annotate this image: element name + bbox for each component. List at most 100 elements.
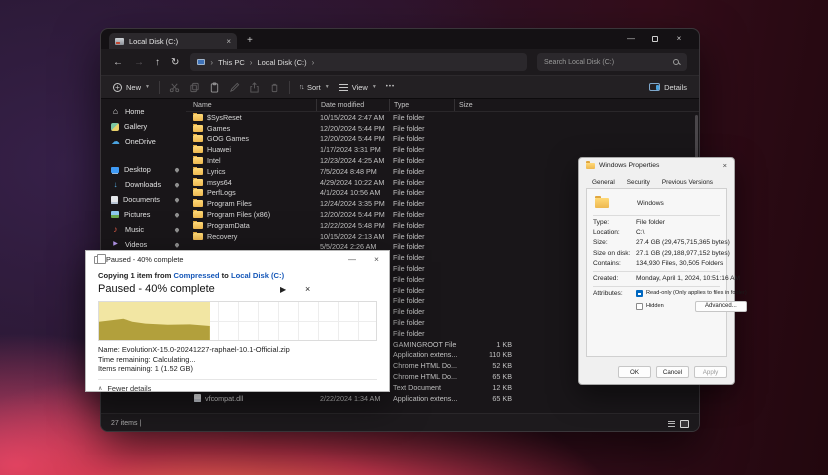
search-input[interactable]: Search Local Disk (C:) xyxy=(537,53,687,71)
file-type: Application extens... xyxy=(389,350,454,359)
chevron-down-icon: ▼ xyxy=(372,84,377,90)
sidebar-item[interactable]: Desktop xyxy=(101,162,186,177)
dialog-button[interactable]: Apply xyxy=(694,366,727,378)
pin-icon xyxy=(174,227,180,233)
tab-local-disk-c[interactable]: Local Disk (C:) × xyxy=(109,33,237,49)
sidebar-item[interactable]: Gallery xyxy=(101,119,186,134)
view-button[interactable]: View ▼ xyxy=(339,83,377,92)
sidebar-item-icon xyxy=(111,196,118,204)
table-row[interactable]: vfcompat.dll 2/22/2024 1:34 AM Applicati… xyxy=(186,393,699,404)
advanced-button[interactable]: Advanced... xyxy=(695,301,747,312)
property-value: 27.1 GB (29,188,977,152 bytes) xyxy=(636,250,730,258)
cut-icon[interactable] xyxy=(169,82,180,93)
chevron-down-icon: ▼ xyxy=(145,84,150,90)
breadcrumb[interactable]: › This PC › Local Disk (C:) › xyxy=(190,53,527,71)
table-row[interactable]: $SysReset 10/15/2024 2:47 AM File folder xyxy=(186,112,699,123)
command-toolbar: New ▼ ↑↓ Sort ▼ View ▼ ••• xyxy=(101,75,699,99)
minimize-button[interactable]: — xyxy=(348,255,356,264)
sidebar-item-label: Home xyxy=(125,107,144,116)
table-row[interactable]: GOG Games 12/20/2024 5:44 PM File folder xyxy=(186,134,699,145)
file-type: File folder xyxy=(389,178,454,187)
properties-tab[interactable]: Previous Versions xyxy=(656,175,719,189)
sidebar-item-label: Documents xyxy=(123,195,160,204)
general-tab-page: Windows Type: File folder Location: C:\ xyxy=(586,188,727,357)
file-date-modified: 12/24/2024 3:35 PM xyxy=(316,199,389,208)
copy-icon[interactable] xyxy=(189,82,200,93)
readonly-checkbox[interactable] xyxy=(636,290,643,297)
folder-name-field[interactable]: Windows xyxy=(637,200,664,207)
file-icon xyxy=(193,157,203,164)
file-name-cell: Games xyxy=(186,124,316,133)
maximize-button[interactable] xyxy=(643,36,667,42)
dialog-button[interactable]: OK xyxy=(618,366,651,378)
sort-button[interactable]: ↑↓ Sort ▼ xyxy=(299,83,330,92)
table-row[interactable]: Games 12/20/2024 5:44 PM File folder xyxy=(186,123,699,134)
hidden-checkbox[interactable] xyxy=(636,303,643,310)
dialog-buttons: OK Cancel Apply xyxy=(618,366,727,378)
paste-icon[interactable] xyxy=(209,82,220,93)
table-row[interactable]: Huawei 1/17/2024 3:31 PM File folder xyxy=(186,144,699,155)
sidebar-item-label: Pictures xyxy=(124,210,150,219)
back-icon[interactable]: ← xyxy=(113,57,123,68)
cancel-copy-icon[interactable]: × xyxy=(305,284,310,294)
tab-close-icon[interactable]: × xyxy=(226,37,231,46)
close-button[interactable]: × xyxy=(723,161,727,170)
details-view-icon[interactable] xyxy=(667,420,676,428)
forward-icon[interactable]: → xyxy=(134,57,144,68)
close-button[interactable]: × xyxy=(374,254,379,264)
sidebar-item[interactable]: Downloads xyxy=(101,177,186,192)
sidebar-item[interactable]: Home xyxy=(101,104,186,119)
close-button[interactable]: × xyxy=(667,29,691,49)
desktop-wallpaper: Local Disk (C:) × + — × ← → ↑ ↻ › This P… xyxy=(0,0,828,475)
share-icon[interactable] xyxy=(249,82,260,93)
file-type: File folder xyxy=(389,145,454,154)
chevron-up-icon: ∧ xyxy=(98,385,102,392)
new-tab-button[interactable]: + xyxy=(247,33,253,49)
sort-icon: ↑↓ xyxy=(299,84,303,91)
sidebar-item-label: Videos xyxy=(125,240,147,249)
file-name: Program Files xyxy=(207,199,252,208)
file-date-modified: 12/20/2024 5:44 PM xyxy=(316,134,389,143)
chevron-down-icon: ▼ xyxy=(325,84,330,90)
column-header-size[interactable]: Size xyxy=(454,99,514,111)
new-label: New xyxy=(126,83,141,92)
folder-name-row: Windows xyxy=(593,194,720,212)
sidebar-item[interactable]: Documents xyxy=(101,192,186,207)
new-button[interactable]: New ▼ xyxy=(113,83,150,92)
detail-label: Time remaining: xyxy=(98,355,151,364)
source-folder-link[interactable]: Compressed xyxy=(174,271,220,280)
details-pane-toggle[interactable]: Details xyxy=(649,83,687,92)
thumbnail-view-icon[interactable] xyxy=(680,420,689,428)
rename-icon[interactable] xyxy=(229,82,240,93)
copy-dialog-icon xyxy=(94,256,101,264)
column-header-type[interactable]: Type xyxy=(389,99,454,111)
fewer-details-link[interactable]: Fewer details xyxy=(107,384,151,393)
created-value: Monday, April 1, 2024, 10:51:16 AM xyxy=(636,275,740,283)
column-header-name[interactable]: Name xyxy=(186,99,316,111)
sidebar-item-icon xyxy=(111,225,120,234)
tab-title: Local Disk (C:) xyxy=(129,37,178,46)
more-options-icon[interactable]: ••• xyxy=(386,84,395,90)
file-date-modified: 4/29/2024 10:22 AM xyxy=(316,178,389,187)
delete-icon[interactable] xyxy=(269,82,280,93)
properties-tab[interactable]: General xyxy=(586,175,621,189)
minimize-button[interactable]: — xyxy=(619,29,643,49)
file-name-cell: ProgramData xyxy=(186,221,316,230)
resume-icon[interactable]: ▶ xyxy=(280,285,286,294)
sidebar-item[interactable]: OneDrive xyxy=(101,134,186,149)
dialog-button[interactable]: Cancel xyxy=(656,366,689,378)
sidebar-item[interactable]: Pictures xyxy=(101,207,186,222)
destination-folder-link[interactable]: Local Disk (C:) xyxy=(231,271,284,280)
column-header-date-modified[interactable]: Date modified xyxy=(316,99,389,111)
file-type: Chrome HTML Do... xyxy=(389,361,454,370)
sidebar-item[interactable]: Music xyxy=(101,222,186,237)
file-name-cell: Program Files xyxy=(186,199,316,208)
breadcrumb-local-disk[interactable]: Local Disk (C:) xyxy=(257,58,306,67)
created-label: Created: xyxy=(593,275,636,283)
breadcrumb-this-pc[interactable]: This PC xyxy=(218,58,245,67)
properties-tab[interactable]: Security xyxy=(621,175,656,189)
property-label: Size: xyxy=(593,239,636,247)
item-count: 27 items | xyxy=(111,420,141,427)
refresh-icon[interactable]: ↻ xyxy=(171,57,179,68)
up-icon[interactable]: ↑ xyxy=(155,57,160,68)
